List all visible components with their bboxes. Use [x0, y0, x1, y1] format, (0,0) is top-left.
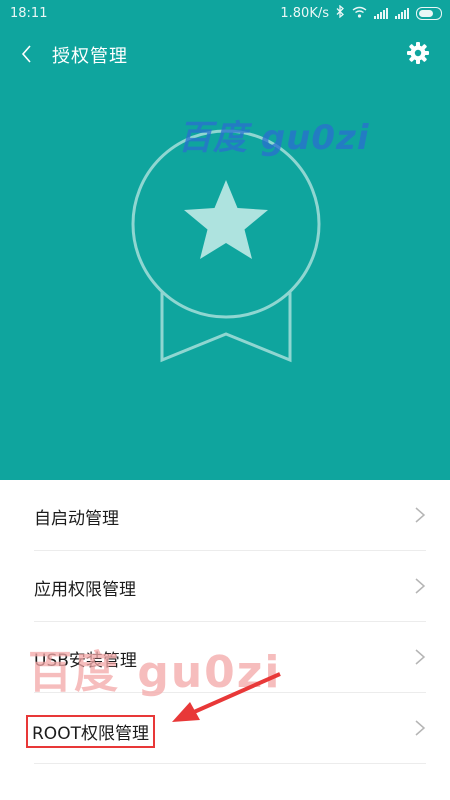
signal-icon-2 [395, 8, 409, 19]
bluetooth-icon [336, 4, 345, 22]
gear-icon [407, 42, 429, 64]
chevron-left-icon [21, 45, 31, 63]
list-item-label: ROOT权限管理 [26, 715, 155, 748]
list-item-label: 应用权限管理 [34, 580, 136, 600]
watermark-top: 百度 gu0zi [178, 118, 370, 158]
hero-banner: 18:11 1.80K/s 授权管理 百度 gu0zi [0, 0, 450, 480]
network-speed: 1.80K/s [280, 6, 329, 21]
chevron-right-icon [415, 507, 426, 523]
annotation-arrow-icon [172, 672, 281, 722]
battery-icon [416, 7, 442, 20]
star-medal-icon [131, 129, 321, 363]
title-bar: 授权管理 [0, 36, 450, 74]
list-item-app-permissions[interactable]: 应用权限管理 [34, 551, 426, 622]
list-item-label: 自启动管理 [34, 509, 119, 529]
status-bar: 18:11 1.80K/s [0, 0, 450, 28]
list-item-autostart[interactable]: 自启动管理 [34, 480, 426, 551]
chevron-right-icon [415, 649, 426, 665]
page-title: 授权管理 [52, 46, 128, 67]
wifi-icon [352, 6, 367, 22]
status-icons: 1.80K/s [280, 4, 442, 22]
settings-button[interactable] [406, 41, 430, 65]
signal-icon [374, 8, 388, 19]
chevron-right-icon [415, 720, 426, 736]
back-button[interactable] [14, 40, 42, 68]
status-time: 18:11 [10, 6, 48, 21]
chevron-right-icon [415, 578, 426, 594]
